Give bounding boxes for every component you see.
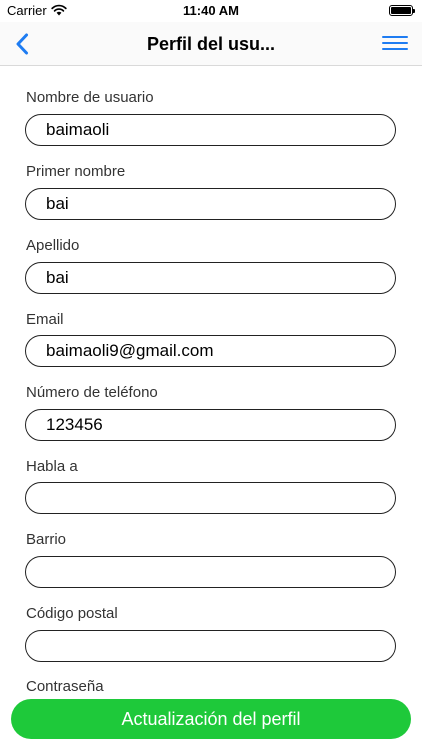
postal-code-input[interactable] <box>25 630 396 662</box>
update-profile-button[interactable]: Actualización del perfil <box>11 699 411 739</box>
clock: 11:40 AM <box>183 3 239 18</box>
last-name-label: Apellido <box>26 237 80 254</box>
postal-code-label: Código postal <box>26 605 118 622</box>
address-input[interactable] <box>25 482 396 514</box>
username-input[interactable] <box>25 114 396 146</box>
status-bar: Carrier 11:40 AM <box>0 0 422 22</box>
password-label: Contraseña <box>26 678 104 695</box>
phone-label: Número de teléfono <box>26 384 158 401</box>
page-title: Perfil del usu... <box>146 34 276 54</box>
neighborhood-label: Barrio <box>26 531 67 548</box>
hamburger-line <box>382 42 408 44</box>
menu-button[interactable] <box>382 33 408 55</box>
address-label: Habla a <box>26 458 78 475</box>
first-name-input[interactable] <box>25 188 396 220</box>
profile-form: Nombre de usuario Primer nombre Apellido… <box>0 66 422 750</box>
email-input[interactable] <box>25 335 396 367</box>
first-name-label: Primer nombre <box>26 163 126 180</box>
battery-icon <box>389 5 415 16</box>
hamburger-line <box>382 36 408 38</box>
last-name-input[interactable] <box>25 262 396 294</box>
phone-input[interactable] <box>25 409 396 441</box>
back-button[interactable] <box>2 22 42 66</box>
chevron-left-icon <box>16 33 28 55</box>
navigation-bar: Perfil del usu... <box>0 22 422 66</box>
hamburger-line <box>382 48 408 50</box>
username-label: Nombre de usuario <box>26 89 154 106</box>
email-label: Email <box>26 311 64 328</box>
neighborhood-input[interactable] <box>25 556 396 588</box>
